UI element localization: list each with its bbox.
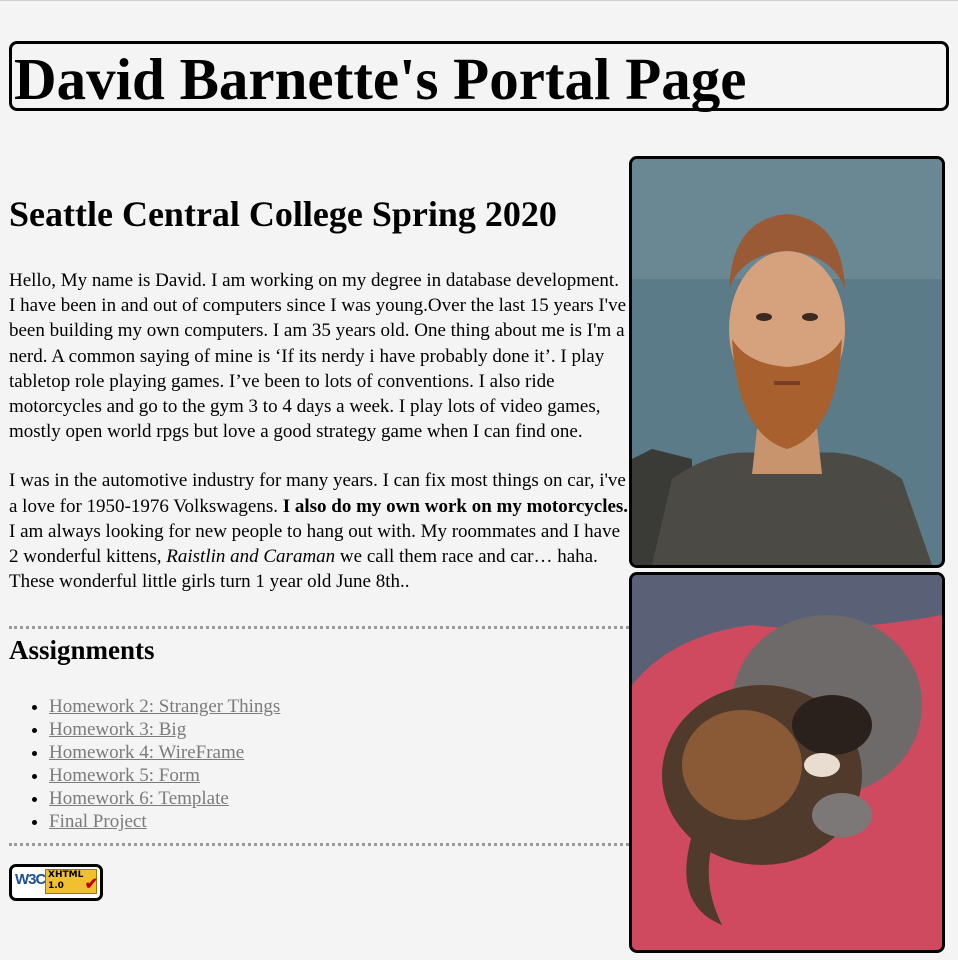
- about-bold-text: I also do my own work on my motorcycles.: [282, 495, 629, 517]
- list-item: Final Project: [49, 810, 629, 833]
- page-banner: David Barnette's Portal Page: [9, 41, 949, 112]
- top-divider: [0, 0, 958, 1]
- kitten-names: Raistlin and Caraman: [166, 546, 336, 568]
- assignment-link-homework-6[interactable]: Homework 6: Template: [49, 788, 229, 809]
- w3c-logo: W3C: [15, 871, 46, 889]
- intro-paragraph: Hello, My name is David. I am working on…: [9, 270, 627, 443]
- assignment-link-homework-4[interactable]: Homework 4: WireFrame: [49, 742, 244, 763]
- about-paragraph: I was in the automotive industry for man…: [9, 468, 629, 594]
- assignment-link-homework-5[interactable]: Homework 5: Form: [49, 765, 200, 786]
- assignments-list: Homework 2: Stranger Things Homework 3: …: [9, 695, 629, 833]
- checkmark-icon: ✔: [84, 876, 98, 894]
- profile-photo: [629, 156, 945, 568]
- main-content: Seattle Central College Spring 2020 Hell…: [9, 190, 629, 906]
- w3c-xhtml-badge[interactable]: W3C XHTML 1.0 ✔: [9, 864, 103, 902]
- assignment-link-homework-2[interactable]: Homework 2: Stranger Things: [49, 696, 280, 717]
- page-title: David Barnette's Portal Page: [14, 46, 747, 112]
- dotted-divider: [9, 626, 629, 630]
- section-heading: Seattle Central College Spring 2020: [9, 194, 557, 234]
- list-item: Homework 3: Big: [49, 718, 629, 741]
- dotted-divider: [9, 843, 629, 847]
- list-item: Homework 5: Form: [49, 764, 629, 787]
- kittens-photo: [629, 572, 945, 953]
- list-item: Homework 4: WireFrame: [49, 741, 629, 764]
- assignment-link-final-project[interactable]: Final Project: [49, 811, 147, 832]
- list-item: Homework 6: Template: [49, 787, 629, 810]
- assignment-link-homework-3[interactable]: Homework 3: Big: [49, 719, 186, 740]
- list-item: Homework 2: Stranger Things: [49, 695, 629, 718]
- assignments-heading: Assignments: [9, 635, 155, 666]
